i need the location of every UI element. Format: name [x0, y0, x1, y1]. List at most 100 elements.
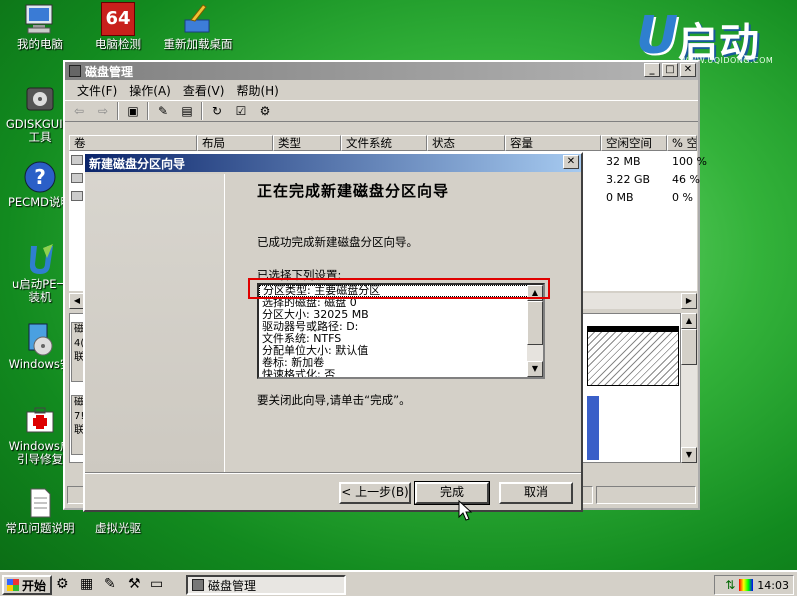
- quicklaunch-system-icon[interactable]: ⚙: [56, 576, 74, 594]
- window-title: 磁盘管理: [85, 64, 134, 79]
- uqidong-logo-icon: [23, 242, 57, 276]
- settings-item[interactable]: 快速格式化: 否: [259, 369, 543, 378]
- desktop-icon-label: 重新加载桌面: [163, 37, 233, 51]
- quicklaunch-console-icon[interactable]: ▭: [150, 576, 168, 594]
- text-file-icon: [23, 486, 57, 520]
- diskgenius-icon: [23, 82, 57, 116]
- column-header-type[interactable]: 类型: [273, 135, 341, 151]
- broom-icon: [181, 2, 215, 36]
- desktop-icon-label: 常见问题说明: [5, 521, 75, 535]
- minimize-button[interactable]: _: [644, 63, 660, 77]
- volume-row-2-free: 3.22 GB: [606, 173, 651, 186]
- help-icon: ?: [23, 160, 57, 194]
- taskbar-button-label: 磁盘管理: [208, 578, 257, 593]
- first-aid-icon: [23, 404, 57, 438]
- menu-action[interactable]: 操作(A): [123, 82, 177, 99]
- menu-view[interactable]: 查看(V): [177, 82, 231, 99]
- wizard-close-button[interactable]: ✕: [563, 155, 579, 169]
- taskbar-button-disk-management[interactable]: 磁盘管理: [186, 575, 346, 595]
- window-app-icon: [69, 65, 81, 77]
- forward-arrow-icon[interactable]: ⇨: [93, 102, 113, 120]
- help-topics-icon[interactable]: ✎: [153, 102, 173, 120]
- setup-disc-icon: [23, 322, 57, 356]
- window-titlebar[interactable]: 磁盘管理 _ □ ✕: [65, 62, 698, 80]
- toolbar: ⇦ ⇨ ▣ ✎ ▤ ↻ ☑ ⚙: [65, 100, 698, 122]
- status-panel: [596, 486, 696, 504]
- wizard-body: 正在完成新建磁盘分区向导 已成功完成新建磁盘分区向导。 已选择下列设置: 分区类…: [85, 174, 581, 472]
- wizard-heading: 正在完成新建磁盘分区向导: [257, 182, 450, 200]
- volume-row-1-free: 32 MB: [606, 155, 641, 168]
- wizard-side-panel: [85, 174, 225, 472]
- menu-bar: 文件(F) 操作(A) 查看(V) 帮助(H): [65, 80, 698, 100]
- uqidong-brand-logo: U 启动 WWW.UQIDONG.COM: [634, 6, 794, 66]
- console-tree-icon[interactable]: ▣: [123, 102, 143, 120]
- desktop-icon-label: 我的电脑: [17, 37, 63, 51]
- column-header-percent-free[interactable]: % 空: [667, 135, 697, 151]
- wizard-titlebar[interactable]: 新建磁盘分区向导 ✕: [85, 154, 581, 172]
- column-header-volume[interactable]: 卷: [69, 135, 197, 151]
- toolbar-separator: [117, 102, 119, 120]
- disk-1-partition-strip[interactable]: [587, 396, 599, 460]
- desktop-icon-label: 虚拟光驱: [95, 521, 141, 535]
- volume-row-3-free: 0 MB: [606, 191, 634, 204]
- volume-row-2-percent: 46 %: [672, 173, 700, 186]
- wizard-close-hint: 要关闭此向导,请单击“完成”。: [257, 393, 411, 407]
- highlight-annotation: [248, 278, 550, 299]
- start-button[interactable]: 开始: [2, 575, 52, 595]
- finish-button[interactable]: 完成: [414, 481, 490, 505]
- unallocated-partition[interactable]: [587, 326, 679, 386]
- desktop-icon-pc-check[interactable]: 64 电脑检测: [78, 2, 158, 51]
- new-partition-wizard-dialog: 新建磁盘分区向导 ✕ 正在完成新建磁盘分区向导 已成功完成新建磁盘分区向导。 已…: [83, 152, 583, 512]
- color-tray-icon[interactable]: [739, 579, 754, 591]
- volume-row-2-disk-icon: [71, 173, 83, 183]
- settings-icon[interactable]: ⚙: [255, 102, 275, 120]
- volume-row-3-percent: 0 %: [672, 191, 693, 204]
- maximize-button[interactable]: □: [662, 63, 678, 77]
- volume-row-1-disk-icon: [71, 155, 83, 165]
- network-tray-icon[interactable]: ⇅: [725, 578, 735, 592]
- column-header-filesystem[interactable]: 文件系统: [341, 135, 427, 151]
- scroll-right-button[interactable]: ▶: [681, 293, 697, 309]
- cancel-button[interactable]: 取消: [499, 482, 573, 504]
- scroll-up-button[interactable]: ▲: [681, 313, 697, 329]
- desktop-icon-reload-desktop[interactable]: 重新加载桌面: [158, 2, 238, 51]
- clock[interactable]: 14:03: [757, 579, 789, 592]
- column-header-capacity[interactable]: 容量: [505, 135, 601, 151]
- wizard-title: 新建磁盘分区向导: [89, 156, 186, 171]
- start-label: 开始: [22, 578, 47, 593]
- lower-vertical-scrollbar[interactable]: ▲ ▼: [681, 313, 697, 463]
- close-button[interactable]: ✕: [680, 63, 696, 77]
- wizard-success-text: 已成功完成新建磁盘分区向导。: [257, 235, 418, 249]
- volume-row-1-percent: 100 %: [672, 155, 707, 168]
- quicklaunch-explorer-icon[interactable]: ▦: [80, 576, 98, 594]
- svg-text:?: ?: [34, 165, 46, 189]
- column-header-free-space[interactable]: 空闲空间: [601, 135, 667, 151]
- column-header-status[interactable]: 状态: [427, 135, 505, 151]
- quicklaunch-tool-icon[interactable]: ⚒: [128, 576, 146, 594]
- check-icon[interactable]: ☑: [231, 102, 251, 120]
- back-arrow-icon[interactable]: ⇦: [69, 102, 89, 120]
- windows-logo-icon: [7, 579, 19, 591]
- column-header-layout[interactable]: 布局: [197, 135, 273, 151]
- desktop-icon-label: 电脑检测: [95, 37, 141, 51]
- desktop-icon-my-computer[interactable]: 我的电脑: [0, 2, 80, 51]
- menu-file[interactable]: 文件(F): [71, 82, 123, 99]
- back-button[interactable]: < 上一步(B): [339, 482, 411, 504]
- aida64-icon: 64: [101, 2, 135, 36]
- system-tray: ⇅ 14:03: [714, 575, 794, 595]
- taskbar: 开始 ⚙ ▦ ✎ ⚒ ▭ 磁盘管理 ⇅ 14:03: [0, 570, 797, 596]
- scroll-down-button[interactable]: ▼: [681, 447, 697, 463]
- volume-row-3-disk-icon: [71, 191, 83, 201]
- computer-icon: [23, 2, 57, 36]
- refresh-icon[interactable]: ↻: [207, 102, 227, 120]
- properties-icon[interactable]: ▤: [177, 102, 197, 120]
- menu-help[interactable]: 帮助(H): [230, 82, 284, 99]
- brand-u-icon: U: [636, 6, 679, 66]
- wizard-separator: [85, 472, 581, 474]
- settings-scroll-down-button[interactable]: ▼: [527, 361, 543, 377]
- toolbar-separator: [201, 102, 203, 120]
- settings-scroll-thumb[interactable]: [527, 301, 543, 345]
- scroll-thumb[interactable]: [681, 329, 697, 365]
- disk-management-icon: [192, 579, 204, 591]
- quicklaunch-pen-icon[interactable]: ✎: [104, 576, 122, 594]
